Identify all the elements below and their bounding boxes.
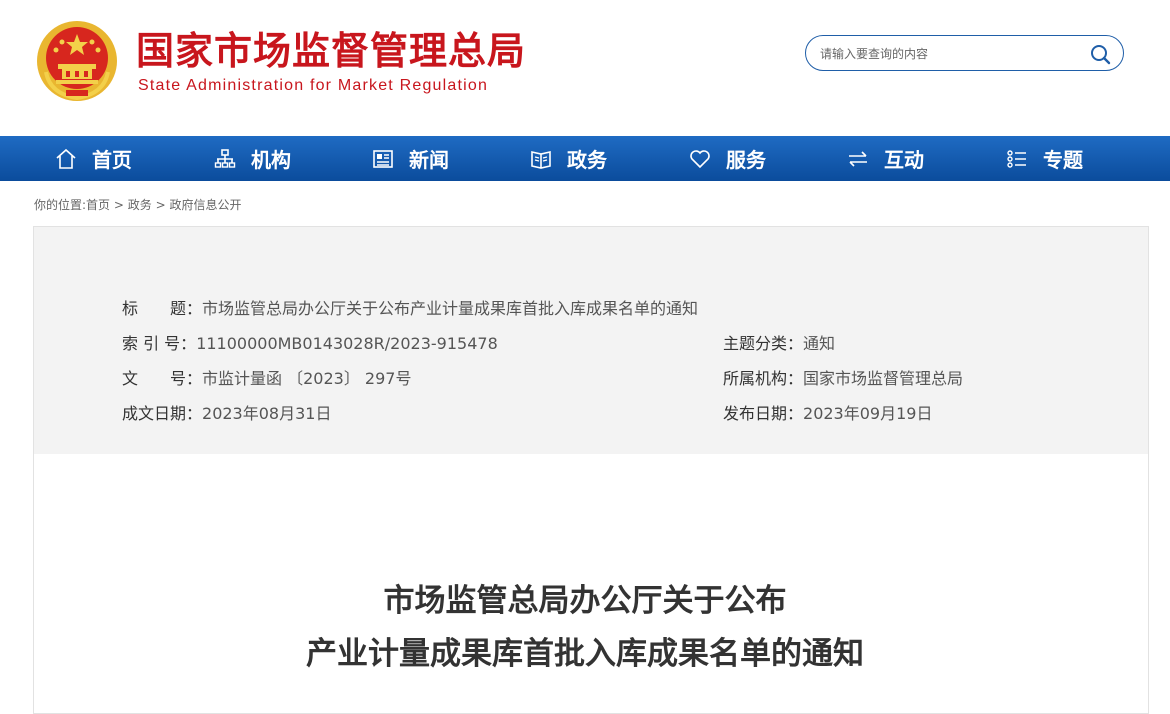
meta-published-label: 发布日期：	[723, 404, 804, 423]
meta-docno-row: 文 号：市监计量函 〔2023〕 297号	[122, 365, 411, 389]
meta-title-value: 市场监管总局办公厅关于公布产业计量成果库首批入库成果名单的通知	[202, 299, 699, 318]
document-title-line-2: 产业计量成果库首批入库成果名单的通知	[306, 636, 864, 672]
nav-label: 机构	[251, 148, 291, 172]
meta-created-row: 成文日期：2023年08月31日	[122, 400, 331, 424]
meta-index-label: 索 引 号：	[122, 334, 197, 353]
nav-label: 首页	[92, 148, 132, 172]
org-chart-icon	[214, 148, 236, 168]
site-header: 国家市场监督管理总局 State Administration for Mark…	[0, 0, 1170, 136]
nav-item-organization[interactable]: 机构	[213, 136, 291, 181]
meta-category-value: 通知	[803, 334, 836, 353]
search-icon[interactable]	[1089, 43, 1111, 65]
nav-label: 互动	[884, 148, 924, 172]
breadcrumb-home[interactable]: 首页	[86, 198, 110, 212]
national-emblem-icon[interactable]	[36, 20, 118, 102]
breadcrumb-separator: >	[113, 198, 124, 212]
meta-created-label: 成文日期：	[122, 404, 203, 423]
nav-item-interaction[interactable]: 互动	[846, 136, 924, 181]
breadcrumb-government-affairs[interactable]: 政务	[128, 198, 152, 212]
meta-category-row: 主题分类：通知	[723, 330, 835, 354]
nav-item-topics[interactable]: 专题	[1005, 136, 1083, 181]
meta-docno-value: 市监计量函 〔2023〕 297号	[202, 369, 412, 388]
meta-category-label: 主题分类：	[723, 334, 804, 353]
breadcrumb-separator: >	[155, 198, 166, 212]
search-input[interactable]	[818, 43, 1082, 65]
site-title-en: State Administration for Market Regulati…	[138, 77, 489, 94]
breadcrumb-info-disclosure[interactable]: 政府信息公开	[170, 198, 242, 212]
open-book-icon	[531, 150, 551, 169]
breadcrumb: 你的位置:首页 > 政务 > 政府信息公开	[34, 196, 242, 213]
nav-label: 服务	[726, 148, 766, 172]
newspaper-icon	[373, 149, 393, 168]
nav-label: 政务	[567, 148, 607, 172]
meta-title-row: 标 题：市场监管总局办公厅关于公布产业计量成果库首批入库成果名单的通知	[122, 295, 698, 319]
meta-org-row: 所属机构：国家市场监督管理总局	[723, 365, 963, 389]
nav-item-home[interactable]: 首页	[54, 136, 132, 181]
meta-docno-label: 文 号：	[122, 369, 203, 388]
search-box	[805, 35, 1124, 71]
site-title-cn[interactable]: 国家市场监督管理总局	[136, 28, 526, 74]
meta-published-row: 发布日期：2023年09月19日	[723, 400, 932, 424]
home-icon	[56, 148, 76, 169]
meta-index-row: 索 引 号：11100000MB0143028R/2023-915478	[122, 330, 498, 354]
nav-item-news[interactable]: 新闻	[371, 136, 449, 181]
meta-created-value: 2023年08月31日	[202, 404, 332, 423]
breadcrumb-prefix: 你的位置:	[34, 198, 87, 212]
meta-index-value: 11100000MB0143028R/2023-915478	[196, 334, 498, 353]
nav-label: 专题	[1043, 148, 1083, 172]
meta-published-value: 2023年09月19日	[803, 404, 933, 423]
heart-icon	[690, 149, 710, 168]
nav-label: 新闻	[409, 148, 449, 172]
meta-title-label: 标 题：	[122, 299, 203, 318]
document-metadata-panel: 标 题：市场监管总局办公厅关于公布产业计量成果库首批入库成果名单的通知 索 引 …	[33, 226, 1149, 455]
meta-org-label: 所属机构：	[723, 369, 804, 388]
main-nav: 首页 机构 新闻 政务 服务 互动 专题	[0, 136, 1170, 181]
document-title-line-1: 市场监管总局办公厅关于公布	[383, 583, 787, 619]
meta-org-value: 国家市场监督管理总局	[803, 369, 964, 388]
exchange-arrows-icon	[849, 150, 867, 167]
list-icon	[1007, 149, 1026, 168]
nav-item-government-affairs[interactable]: 政务	[529, 136, 607, 181]
nav-item-services[interactable]: 服务	[688, 136, 766, 181]
